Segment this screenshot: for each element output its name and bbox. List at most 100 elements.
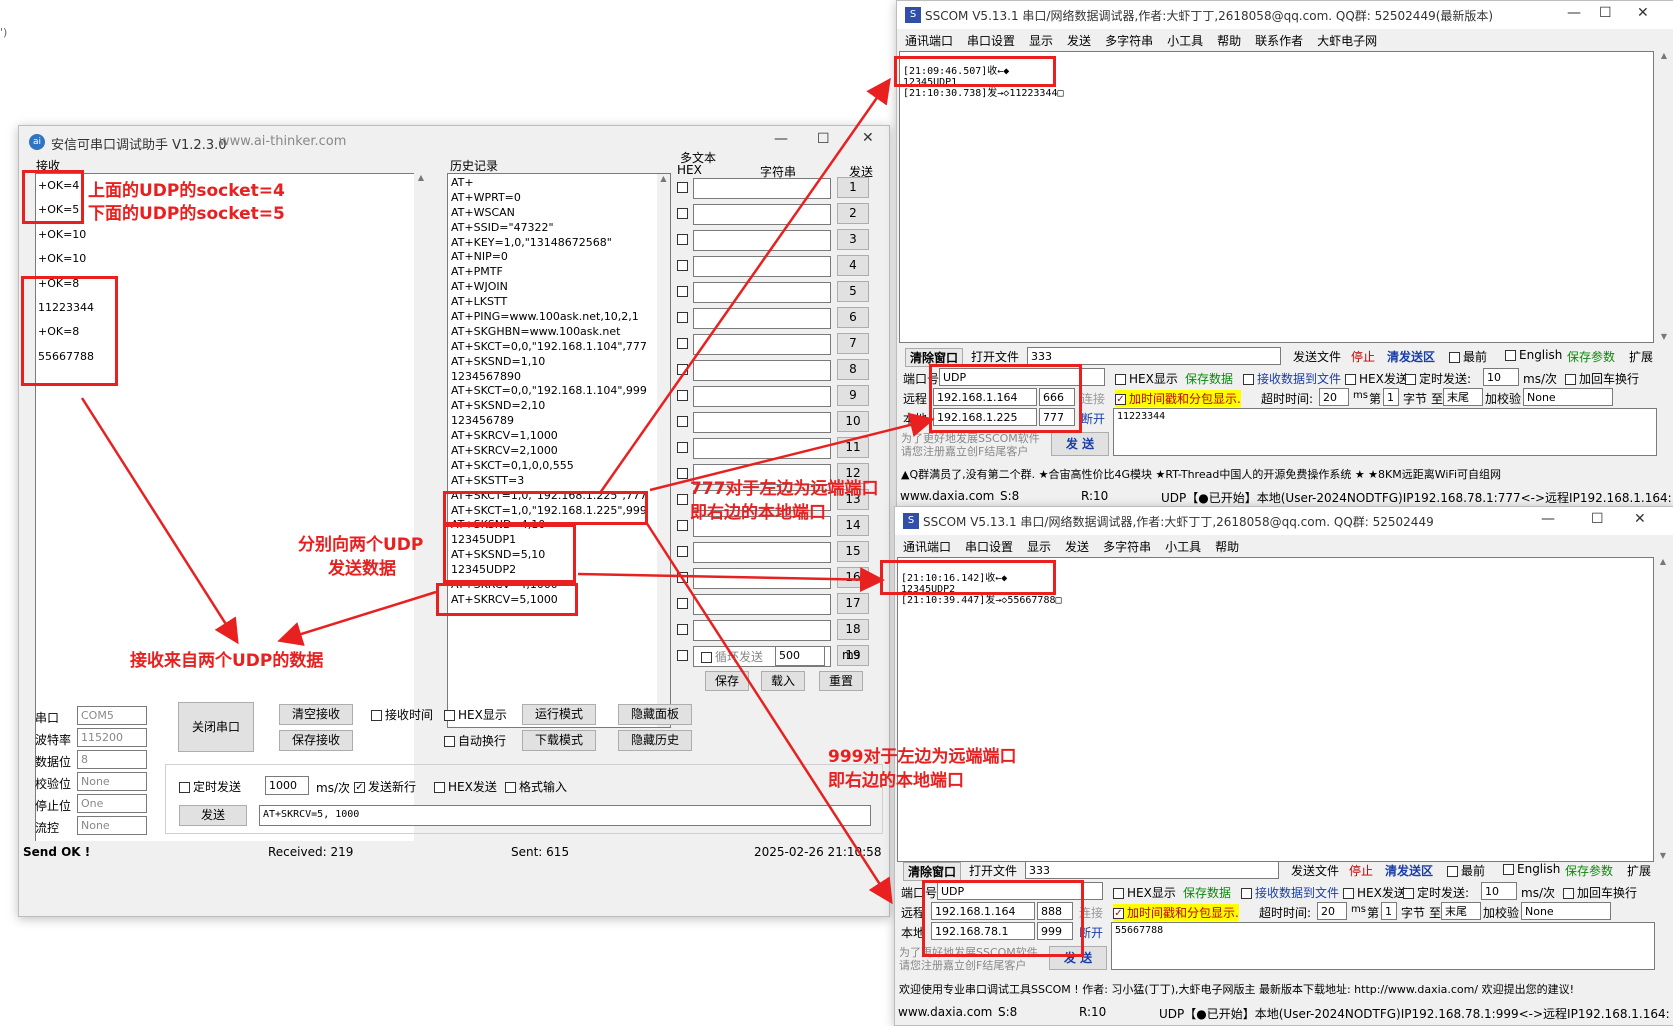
multi-hex-checkbox[interactable] — [677, 468, 688, 479]
crlf-checkbox[interactable]: 加回车换行 — [1563, 884, 1637, 901]
timed-send-checkbox[interactable]: 定时发送: — [1405, 370, 1471, 387]
stopbits-select[interactable]: One — [77, 794, 147, 813]
byte-index-input[interactable]: 1 — [1383, 388, 1399, 406]
open-file-button[interactable]: 打开文件 — [971, 348, 1019, 365]
timed-send-checkbox[interactable]: 定时发送 — [179, 778, 241, 795]
english-checkbox[interactable]: English — [1503, 862, 1560, 876]
multi-send-button[interactable]: 2 — [837, 203, 869, 224]
english-checkbox[interactable]: English — [1505, 348, 1562, 362]
hide-history-button[interactable]: 隐藏历史 — [618, 730, 692, 751]
connect-button[interactable]: 连接 — [1081, 390, 1105, 407]
menu-item[interactable]: 帮助 — [1215, 540, 1239, 554]
multi-hex-checkbox[interactable] — [677, 364, 688, 375]
multi-hex-checkbox[interactable] — [677, 598, 688, 609]
history-item[interactable]: AT+LKSTT — [451, 295, 670, 310]
history-item[interactable]: AT+SKGHBN=www.100ask.net — [451, 325, 670, 340]
hex-show-checkbox[interactable]: HEX显示 — [1115, 370, 1178, 387]
minimize-icon[interactable]: — — [774, 131, 788, 147]
timeout-input[interactable]: 20 — [1319, 388, 1349, 406]
menu-item[interactable]: 小工具 — [1167, 34, 1203, 48]
file-path-input[interactable]: 333 — [1025, 861, 1279, 879]
loop-send[interactable]: 循环发送 — [701, 648, 763, 665]
multi-string-input[interactable] — [693, 230, 831, 251]
hide-panel-button[interactable]: 隐藏面板 — [618, 704, 692, 725]
send-button[interactable]: 发 送 — [1051, 432, 1109, 456]
multi-hex-checkbox[interactable] — [677, 442, 688, 453]
menu-item[interactable]: 多字符串 — [1103, 540, 1151, 554]
multi-string-input[interactable] — [693, 542, 831, 563]
history-item[interactable]: 123456789 — [451, 414, 670, 429]
send-textarea[interactable]: 55667788 — [1111, 922, 1655, 970]
timestamp-checkbox[interactable]: 加时间戳和分包显示. — [1113, 904, 1239, 921]
multi-hex-checkbox[interactable] — [677, 208, 688, 219]
checksum-select[interactable]: None — [1523, 388, 1613, 406]
multi-hex-checkbox[interactable] — [677, 286, 688, 297]
end-select[interactable]: 末尾 — [1441, 902, 1481, 920]
multi-string-input[interactable] — [693, 438, 831, 459]
checksum-select[interactable]: None — [1521, 902, 1611, 920]
log-scrollbar[interactable]: ▲ ▼ — [1657, 51, 1671, 343]
history-item[interactable]: AT+WPRT=0 — [451, 191, 670, 206]
multi-string-input[interactable] — [693, 360, 831, 381]
send-file-button[interactable]: 发送文件 — [1293, 348, 1341, 365]
auto-wrap-checkbox[interactable]: 自动换行 — [444, 732, 506, 749]
send-button[interactable]: 发送 — [179, 805, 247, 826]
history-item[interactable]: AT+WSCAN — [451, 206, 670, 221]
timed-interval-input[interactable]: 10 — [1481, 882, 1517, 900]
save-param-button[interactable]: 保存参数 — [1567, 348, 1615, 365]
minimize-icon[interactable]: — — [1567, 5, 1581, 21]
history-item[interactable]: AT+SKCT=0,1,0,0,555 — [451, 459, 670, 474]
save-data-button[interactable]: 保存数据 — [1183, 884, 1231, 901]
clear-send-button[interactable]: 清发送区 — [1385, 862, 1433, 879]
history-item[interactable]: AT+SKSTT=3 — [451, 474, 670, 489]
history-item[interactable]: AT+PING=www.100ask.net,10,2,1 — [451, 310, 670, 325]
multi-string-input[interactable] — [693, 334, 831, 355]
hex-send-checkbox[interactable]: HEX发送 — [1343, 884, 1406, 901]
history-item[interactable]: AT+SKRCV=1,1000 — [451, 429, 670, 444]
stop-button[interactable]: 停止 — [1349, 862, 1373, 879]
recv-scrollbar[interactable]: ▲▼ — [414, 173, 428, 855]
end-select[interactable]: 末尾 — [1443, 388, 1483, 406]
save-data-button[interactable]: 保存数据 — [1185, 370, 1233, 387]
multi-string-input[interactable] — [693, 282, 831, 303]
port-select[interactable]: COM5 — [77, 706, 147, 725]
multi-hex-checkbox[interactable] — [677, 338, 688, 349]
save-param-button[interactable]: 保存参数 — [1565, 862, 1613, 879]
multi-hex-checkbox[interactable] — [677, 416, 688, 427]
history-item[interactable]: AT+SKRCV=2,1000 — [451, 444, 670, 459]
reset-multi-button[interactable]: 重置 — [819, 671, 863, 691]
menu-item[interactable]: 帮助 — [1217, 34, 1241, 48]
clear-window-button[interactable]: 清除窗口 — [903, 862, 962, 881]
menu-item[interactable]: 串口设置 — [965, 540, 1013, 554]
expand-button[interactable]: 扩展 — [1627, 862, 1651, 879]
multi-send-button[interactable]: 18 — [837, 619, 869, 640]
loop-send-checkbox[interactable] — [701, 652, 712, 663]
minimize-icon[interactable]: — — [1541, 511, 1555, 527]
multi-send-button[interactable]: 9 — [837, 385, 869, 406]
menu-item[interactable]: 大虾电子网 — [1317, 34, 1377, 48]
recv-to-file-checkbox[interactable]: 接收数据到文件 — [1241, 884, 1339, 901]
timestamp-checkbox[interactable]: 加时间戳和分包显示. — [1115, 390, 1241, 407]
history-item[interactable]: AT+ — [451, 176, 670, 191]
multi-send-button[interactable]: 7 — [837, 333, 869, 354]
close-port-button[interactable]: 关闭串口 — [178, 702, 254, 752]
history-list[interactable]: AT+ AT+WPRT=0 AT+WSCAN AT+SSID="47322" A… — [447, 173, 671, 728]
close-icon[interactable]: ✕ — [1634, 511, 1646, 527]
timeout-input[interactable]: 20 — [1317, 902, 1347, 920]
multi-hex-checkbox[interactable] — [677, 260, 688, 271]
history-item[interactable]: AT+NIP=0 — [451, 250, 670, 265]
stop-button[interactable]: 停止 — [1351, 348, 1375, 365]
recv-time-checkbox[interactable]: 接收时间 — [371, 706, 433, 723]
clear-recv-button[interactable]: 清空接收 — [279, 704, 353, 725]
history-item[interactable]: AT+KEY=1,0,"13148672568" — [451, 236, 670, 251]
topmost-checkbox[interactable]: 最前 — [1449, 348, 1487, 365]
history-item[interactable]: AT+SSID="47322" — [451, 221, 670, 236]
flow-select[interactable]: None — [77, 816, 147, 835]
timed-send-checkbox[interactable]: 定时发送: — [1403, 884, 1469, 901]
history-item[interactable]: 1234567890 — [451, 370, 670, 385]
maximize-icon[interactable]: ☐ — [817, 131, 830, 147]
multi-send-button[interactable]: 14 — [837, 515, 869, 536]
multi-string-input[interactable] — [693, 594, 831, 615]
hex-show-checkbox[interactable]: HEX显示 — [1113, 884, 1176, 901]
format-input-checkbox[interactable]: 格式输入 — [505, 778, 567, 795]
